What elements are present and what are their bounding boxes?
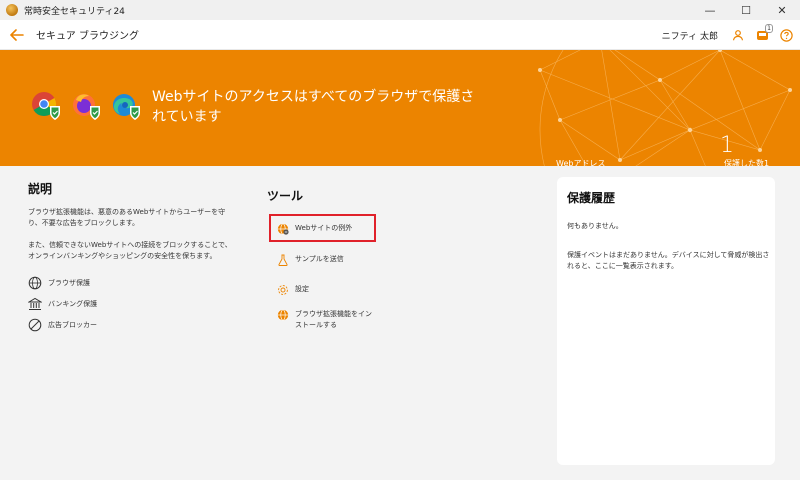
feature-banking-protection: バンキング保護: [28, 297, 97, 311]
tool-label: Webサイトの例外: [295, 224, 353, 232]
feature-label: ブラウザ保護: [48, 279, 90, 287]
history-title: 保護履歴: [567, 191, 616, 205]
protected-count: 1: [720, 133, 734, 158]
notification-badge: 1: [765, 24, 773, 33]
page-title: セキュア ブラウジング: [36, 31, 139, 42]
tool-settings[interactable]: 設定: [277, 284, 309, 296]
description-paragraph-2: また、信頼できないWebサイトへの接続をブロックすることで、オンラインバンキング…: [28, 241, 232, 260]
back-arrow-icon[interactable]: [10, 28, 24, 42]
history-empty-text: 何もありません。: [567, 222, 623, 230]
description-paragraph-1: ブラウザ拡張機能は、悪意のあるWebサイトからユーザーを守り、不要な広告をブロッ…: [28, 208, 226, 227]
description-title: 説明: [28, 182, 53, 196]
tool-label: ブラウザ拡張機能をインストールする: [295, 310, 372, 329]
edge-icon: [110, 90, 142, 122]
protected-label: 保護した数1: [724, 159, 770, 166]
account-icon[interactable]: [730, 27, 746, 43]
feature-label: 広告ブロッカー: [48, 321, 97, 329]
help-icon[interactable]: [778, 27, 794, 43]
app-header: セキュア ブラウジング ニフティ 太郎 1: [0, 20, 800, 50]
tools-title: ツール: [267, 189, 304, 203]
user-name: ニフティ 太郎: [661, 31, 718, 42]
tool-website-exceptions[interactable]: Webサイトの例外: [277, 223, 352, 235]
close-button[interactable]: ✕: [764, 0, 800, 20]
gear-icon: [278, 285, 288, 295]
minimize-button[interactable]: —: [692, 0, 728, 20]
window-titlebar: 常時安全セキュリティ24 — ☐ ✕: [0, 0, 800, 20]
feature-ad-blocker: 広告ブロッカー: [28, 318, 97, 332]
notification-icon[interactable]: 1: [754, 24, 773, 43]
flask-icon: [278, 254, 288, 266]
chrome-icon: [30, 90, 62, 122]
tool-install-extension[interactable]: ブラウザ拡張機能をインストールする: [277, 309, 377, 331]
tool-submit-sample[interactable]: サンプルを送信: [277, 254, 344, 266]
feature-label: バンキング保護: [48, 300, 98, 308]
globe-shield-icon: [28, 276, 42, 290]
web-address-label: Webアドレス: [556, 159, 606, 166]
globe-exception-icon: [277, 223, 289, 235]
tool-label: サンプルを送信: [295, 255, 344, 263]
history-info-text: 保護イベントはまだありません。デバイスに対して脅威が検出されると、ここに一覧表示…: [567, 251, 770, 270]
feature-browser-protection: ブラウザ保護: [28, 276, 90, 290]
window-title: 常時安全セキュリティ24: [24, 6, 125, 17]
bank-icon: [28, 297, 42, 310]
tool-label: 設定: [295, 285, 309, 293]
firefox-icon: [70, 90, 102, 122]
banner-message: Webサイトのアクセスはすべてのブラウザで保護されています: [152, 89, 475, 125]
block-icon: [28, 318, 42, 332]
app-logo-icon: [6, 4, 18, 16]
protection-history-card: 保護履歴 何もありません。 保護イベントはまだありません。デバイスに対して脅威が…: [557, 177, 775, 465]
globe-extension-icon: [277, 309, 289, 321]
status-banner: Webサイトのアクセスはすべてのブラウザで保護されています Webアドレス 1 …: [0, 50, 800, 166]
maximize-button[interactable]: ☐: [728, 0, 764, 20]
